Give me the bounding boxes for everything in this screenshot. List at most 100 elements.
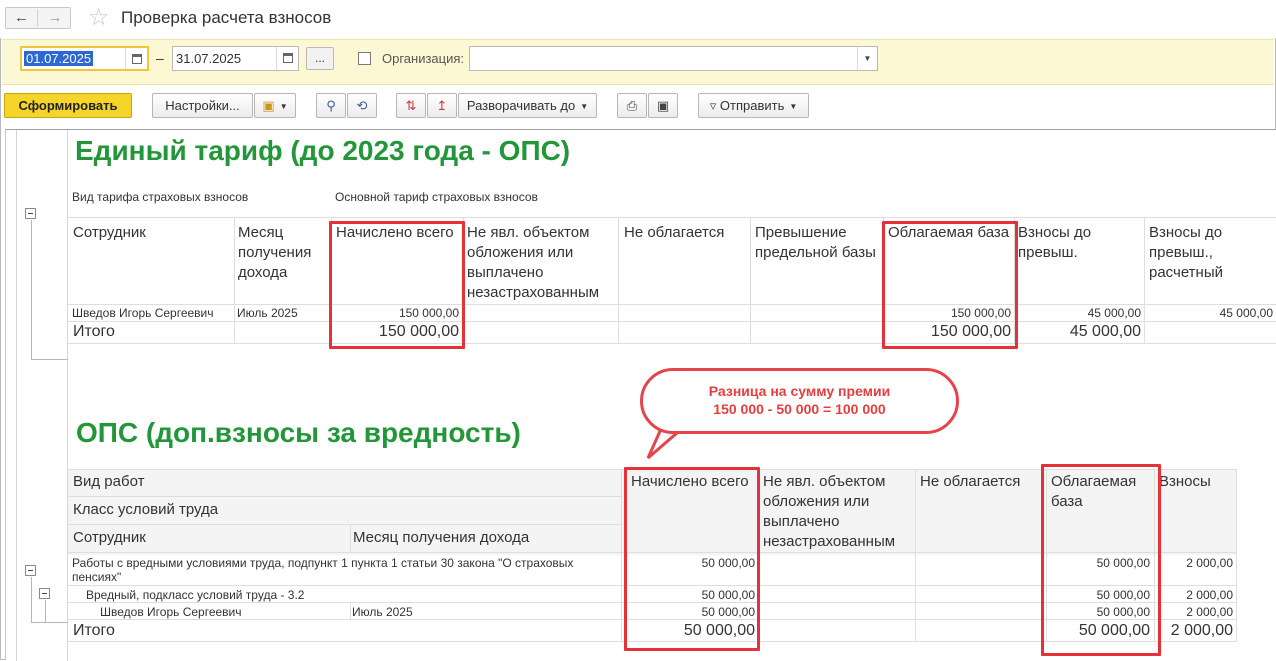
toolbar: Сформировать Настройки... ▣ ▼ ⚲ ⟲ ⇅ ↥ Раз…	[0, 86, 1276, 126]
outline-divider	[16, 130, 17, 661]
outline-divider	[67, 130, 68, 661]
collapse-group-icon[interactable]	[25, 208, 36, 219]
col-employee-header: Сотрудник	[73, 529, 146, 546]
grid-line	[915, 469, 916, 642]
print-preview-icon: ▣	[656, 98, 670, 113]
row-work-class: Вредный, подкласс условий труда - 3.2	[86, 588, 305, 602]
grid-line	[1236, 469, 1237, 642]
row-contrib-before: 45 000,00	[1087, 306, 1141, 320]
total-label: Итого	[73, 622, 115, 639]
tree-line	[31, 577, 32, 622]
row-employee-contrib: 2 000,00	[1186, 605, 1233, 619]
row-month: Июль 2025	[237, 306, 298, 320]
section2-title: ОПС (доп.взносы за вредность)	[76, 417, 521, 448]
highlight-base	[882, 221, 1018, 349]
date-to-value: 31.07.2025	[176, 51, 242, 66]
tree-line	[31, 220, 32, 359]
tree-line	[31, 622, 68, 623]
favorite-star-icon[interactable]: ☆	[88, 4, 110, 32]
collapse-groups-button[interactable]: ↥	[427, 93, 457, 118]
search-refresh-icon: ⟲	[356, 98, 368, 113]
grid-line	[68, 496, 621, 497]
search-clear-button[interactable]: ⟲	[347, 93, 377, 118]
title-bar: ← → ☆ Проверка расчета взносов	[0, 0, 1276, 38]
send-icon: ▿	[709, 98, 717, 113]
col-not-taxed-header: Не облагается	[624, 224, 725, 241]
date-range-dash: –	[156, 50, 164, 66]
tariff-param-value: Основной тариф страховых взносов	[335, 190, 538, 204]
date-to-field[interactable]: 31.07.2025	[172, 46, 299, 71]
grid-line	[234, 218, 235, 343]
window-title: Проверка расчета взносов	[121, 8, 332, 27]
col-work-class-header: Класс условий труда	[73, 501, 219, 518]
grid-line	[350, 524, 351, 552]
col-month-header: Месяц получения дохода	[353, 529, 530, 546]
settings-button[interactable]: Настройки...	[152, 93, 253, 118]
search-icon: ⚲	[326, 98, 336, 113]
period-select-button[interactable]: ...	[306, 47, 334, 70]
back-arrow-icon[interactable]: ←	[6, 9, 38, 27]
expand-groups-button[interactable]: ⇅	[396, 93, 426, 118]
row-employee: Шведов Игорь Сергеевич	[100, 605, 242, 619]
col-employee-header: Сотрудник	[73, 224, 146, 241]
section1-title: Единый тариф (до 2023 года - ОПС)	[75, 135, 571, 166]
expand-to-button[interactable]: Разворачивать до ▼	[458, 93, 597, 118]
col-work-type-header: Вид работ	[73, 473, 145, 490]
collapse-all-icon: ↥	[436, 98, 448, 113]
callout-line1: Разница на сумму премии	[708, 383, 891, 399]
print-button[interactable]: ⎙	[617, 93, 647, 118]
date-from-field[interactable]: 01.07.2025	[20, 46, 149, 71]
callout-line2: 150 000 - 50 000 = 100 000	[713, 401, 886, 417]
grid-line	[618, 218, 619, 343]
nav-buttons: ← →	[5, 7, 71, 29]
expand-to-label: Разворачивать до	[466, 98, 576, 113]
row-work-class-contrib: 2 000,00	[1186, 588, 1233, 602]
row-work-type-contrib: 2 000,00	[1186, 556, 1233, 570]
col-contrib-header: Взносы	[1159, 473, 1211, 490]
date-from-value: 01.07.2025	[24, 51, 94, 66]
row-month: Июль 2025	[352, 605, 413, 619]
highlight-base	[1041, 464, 1161, 656]
organization-label: Организация:	[382, 51, 465, 66]
tree-line	[31, 359, 68, 360]
highlight-accrued	[329, 221, 465, 349]
preview-button[interactable]: ▣	[648, 93, 678, 118]
grid-line	[350, 602, 351, 619]
tariff-param-label: Вид тарифа страховых взносов	[72, 190, 249, 204]
collapse-group-icon[interactable]	[39, 588, 50, 599]
grid-line	[68, 524, 621, 525]
grid-line	[1144, 218, 1145, 343]
tree-line	[45, 600, 46, 622]
col-contrib-before-header: Взносы до превыш.	[1018, 224, 1092, 261]
calendar-icon[interactable]	[276, 47, 298, 70]
row-employee: Шведов Игорь Сергеевич	[72, 306, 214, 320]
col-not-taxed-header: Не облагается	[920, 473, 1021, 490]
row-contrib-calc: 45 000,00	[1219, 306, 1273, 320]
chevron-down-icon[interactable]: ▼	[857, 47, 877, 70]
grid-line	[68, 304, 1276, 305]
search-button[interactable]: ⚲	[316, 93, 346, 118]
total-contrib-before: 45 000,00	[1069, 323, 1141, 340]
highlight-accrued	[624, 467, 760, 651]
forward-arrow-icon[interactable]: →	[39, 9, 71, 27]
col-contrib-calc-header: Взносы до превыш., расчетный	[1149, 224, 1223, 281]
col-excess-header: Превышение предельной базы	[755, 224, 876, 261]
variants-icon: ▣	[262, 98, 275, 113]
filter-bar: 01.07.2025 – 31.07.2025 ... Организация:…	[2, 39, 1274, 85]
grid-line	[68, 217, 1276, 218]
organization-checkbox[interactable]	[358, 52, 371, 65]
organization-field[interactable]: ▼	[469, 46, 878, 71]
calendar-icon[interactable]	[125, 48, 147, 69]
collapse-group-icon[interactable]	[25, 565, 36, 576]
col-month-header: Месяц получения дохода	[238, 224, 312, 281]
send-button[interactable]: ▿ Отправить ▼	[698, 93, 809, 118]
send-label: Отправить	[719, 98, 785, 113]
grid-line	[68, 321, 1276, 322]
printer-icon: ⎙	[626, 98, 638, 113]
variants-button[interactable]: ▣ ▼	[254, 93, 296, 118]
generate-button[interactable]: Сформировать	[4, 93, 132, 118]
grid-line	[68, 343, 1276, 344]
grid-line	[750, 218, 751, 343]
col-not-object-header: Не явл. объектом обложения или выплачено…	[467, 224, 600, 301]
total-label: Итого	[73, 323, 115, 340]
